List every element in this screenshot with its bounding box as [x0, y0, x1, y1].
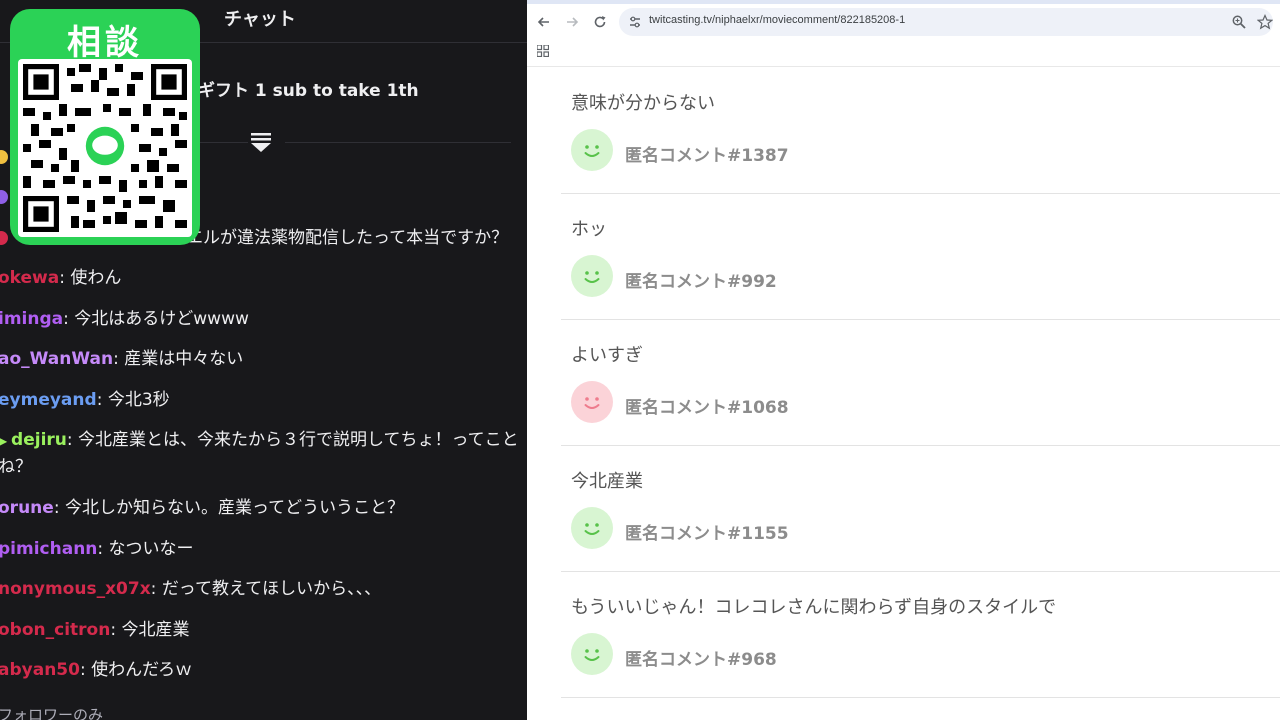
- chat-message: エルが違法薬物配信したって本当ですか？: [186, 228, 509, 248]
- site-info-icon[interactable]: [627, 14, 643, 30]
- chat-message-text: 今北はあるけどwwww: [74, 309, 249, 329]
- qr-code-icon: [23, 64, 187, 232]
- chat-message-text: 今北産業: [121, 620, 190, 640]
- smiley-icon: [584, 523, 600, 535]
- bookmark-star-icon[interactable]: [1257, 14, 1273, 30]
- comment-item: もういいじゃん！コレコレさんに関わらず自身のスタイルで 匿名コメント#968: [561, 571, 1280, 698]
- chat-message-text: 今北しか知らない。産業ってどういうこと？: [64, 498, 405, 518]
- chat-message: iminga: 今北はあるけどwwww: [0, 309, 249, 329]
- chat-username[interactable]: iminga: [0, 309, 63, 329]
- chat-message: ao_WanWan: 産業は中々ない: [0, 349, 244, 369]
- chat-username[interactable]: pimichann: [0, 539, 97, 559]
- user-badge: [0, 231, 8, 245]
- chat-message-text: 産業は中々ない: [124, 349, 244, 369]
- chat-message-text: 今北産業とは、今来たから３行で説明してちょ！ってこと: [78, 430, 519, 450]
- comment-author[interactable]: 匿名コメント#968: [625, 645, 777, 670]
- chat-username[interactable]: dejiru: [11, 430, 67, 450]
- comment-author[interactable]: 匿名コメント#992: [625, 267, 777, 292]
- browser-toolbar: twitcasting.tv/niphaelxr/moviecomment/82…: [527, 0, 1280, 44]
- chat-message-text: だって教えてほしいから、、、: [161, 579, 382, 599]
- comment-author[interactable]: 匿名コメント#1387: [625, 141, 789, 166]
- chat-message: abyan50: 使わんだろｗ: [0, 660, 193, 680]
- chat-message: okewa: 使わん: [0, 268, 122, 288]
- chat-message: eymeyand: 今北3秒: [0, 390, 170, 410]
- url-text[interactable]: twitcasting.tv/niphaelxr/moviecomment/82…: [649, 14, 905, 26]
- comment-item: 意味が分からない 匿名コメント#1387: [561, 67, 1280, 194]
- avatar[interactable]: [571, 129, 613, 171]
- chat-message: orune: 今北しか知らない。産業ってどういうこと？: [0, 498, 405, 518]
- pinned-divider-left: [200, 142, 248, 143]
- reload-icon[interactable]: [591, 13, 609, 31]
- chat-username[interactable]: abyan50: [0, 660, 80, 680]
- comment-author[interactable]: 匿名コメント#1155: [625, 519, 789, 544]
- line-card-title: 相談: [67, 23, 143, 63]
- smiley-icon: [584, 397, 600, 409]
- avatar[interactable]: [571, 381, 613, 423]
- pinned-message[interactable]: ギフト 1 sub to take 1th: [198, 76, 419, 101]
- forward-arrow-icon[interactable]: [563, 13, 581, 31]
- smiley-icon: [584, 145, 600, 157]
- comment-text: 意味が分からない: [571, 93, 715, 114]
- comment-text: よいすぎ: [571, 345, 643, 366]
- chat-username[interactable]: obon_citron: [0, 620, 110, 640]
- comment-item: 今北産業 匿名コメント#1155: [561, 445, 1280, 572]
- user-badge: [0, 150, 8, 164]
- avatar[interactable]: [571, 633, 613, 675]
- chat-message-text: 使わん: [70, 268, 122, 288]
- comment-item: ホッ 匿名コメント#992: [561, 193, 1280, 320]
- comment-text: もういいじゃん！コレコレさんに関わらず自身のスタイルで: [571, 597, 1057, 618]
- chat-message-continuation: ね？: [0, 457, 32, 477]
- collapse-pinned-icon[interactable]: [250, 132, 272, 154]
- avatar[interactable]: [571, 255, 613, 297]
- browser-window: twitcasting.tv/niphaelxr/moviecomment/82…: [527, 0, 1280, 720]
- chat-mode-note: フォロワーのみ: [0, 706, 104, 720]
- smiley-icon: [584, 271, 600, 283]
- chat-message: pimichann: なついなー: [0, 539, 194, 559]
- chat-message: nonymous_x07x: だって教えてほしいから、、、: [0, 579, 382, 599]
- line-consult-card[interactable]: 相談: [10, 9, 200, 245]
- chat-message: obon_citron: 今北産業: [0, 620, 190, 640]
- chat-panel: チャット ギフト 1 sub to take 1th エルが違法薬物配信したって…: [0, 0, 527, 720]
- comment-author[interactable]: 匿名コメント#1068: [625, 393, 789, 418]
- chat-username[interactable]: eymeyand: [0, 390, 97, 410]
- zoom-icon[interactable]: [1231, 14, 1247, 30]
- play-badge-icon: ▶: [0, 434, 8, 448]
- chat-username[interactable]: nonymous_x07x: [0, 579, 151, 599]
- smiley-icon: [584, 649, 600, 661]
- chat-message-text: 使わんだろｗ: [91, 660, 193, 680]
- chat-message-text: 今北3秒: [107, 390, 170, 410]
- chat-title: チャット: [224, 9, 296, 30]
- comment-text: ホッ: [571, 219, 607, 240]
- chat-message: ▶ dejiru: 今北産業とは、今来たから３行で説明してちょ！ってこと: [0, 430, 519, 450]
- tab-strip: [527, 0, 1280, 4]
- chat-username[interactable]: okewa: [0, 268, 59, 288]
- back-arrow-icon[interactable]: [535, 13, 553, 31]
- pinned-divider-right: [285, 142, 511, 143]
- comment-text: 今北産業: [571, 471, 643, 492]
- qr-code[interactable]: [18, 59, 192, 237]
- avatar[interactable]: [571, 507, 613, 549]
- chat-username[interactable]: ao_WanWan: [0, 349, 113, 369]
- address-bar[interactable]: twitcasting.tv/niphaelxr/moviecomment/82…: [619, 8, 1273, 36]
- apps-grid-icon[interactable]: [537, 45, 549, 57]
- chat-username[interactable]: orune: [0, 498, 54, 518]
- chat-message-text: なついなー: [108, 539, 194, 559]
- comment-item: よいすぎ 匿名コメント#1068: [561, 319, 1280, 446]
- user-badge: [0, 190, 8, 204]
